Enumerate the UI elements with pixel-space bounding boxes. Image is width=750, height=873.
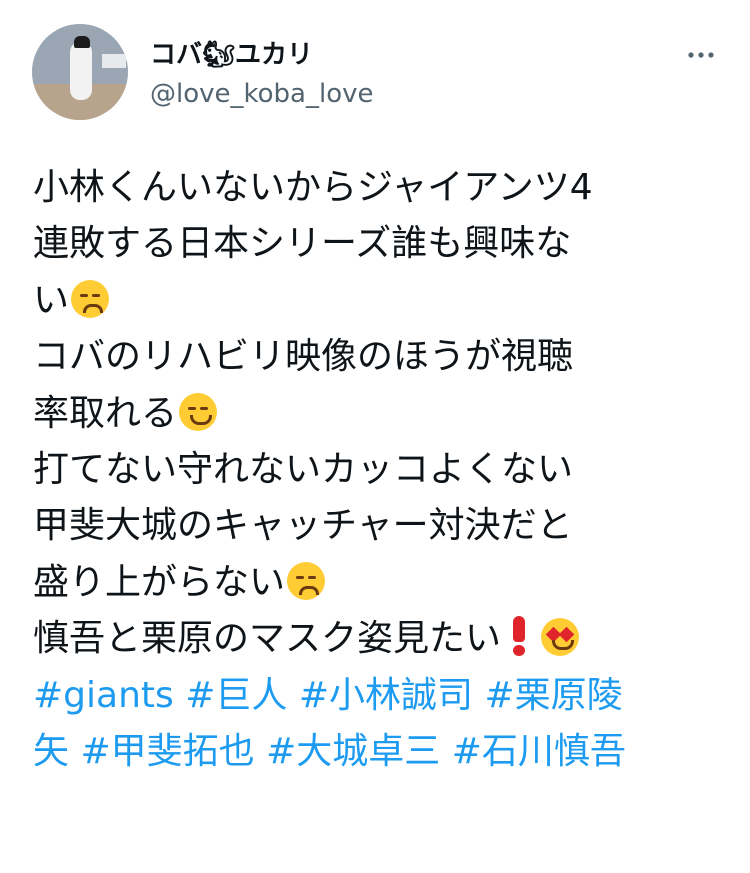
hashtag-line: 矢 #甲斐拓也 #大城卓三 #石川慎吾 (33, 724, 723, 780)
hashtag-link[interactable]: #giants (33, 675, 174, 716)
hashtag-link[interactable]: 矢 (33, 731, 69, 772)
hashtag-link[interactable]: #甲斐拓也 (80, 731, 254, 772)
more-horizontal-icon[interactable] (686, 40, 716, 70)
disappointed-face-emoji-icon (287, 561, 326, 600)
tweet-line: コバのリハビリ映像のほうが視聴 (33, 336, 574, 378)
hashtag-link[interactable]: #巨人 (185, 675, 287, 716)
tweet-line: 小林くんいないからジャイアンツ4 (33, 167, 593, 208)
tweet-line: 連敗する日本シリーズ誰も興味な (33, 223, 572, 265)
tweet-line: 打てない守れないカッコよくない (33, 448, 574, 490)
user-handle[interactable]: @love_koba_love (150, 78, 374, 110)
hashtag-link[interactable]: #大城卓三 (266, 731, 440, 772)
tweet-line: 甲斐大城のキャッチャー対決だと (33, 505, 573, 547)
display-name[interactable]: コバ🐿ユカリ (150, 38, 313, 72)
tweet-line: 盛り上がらない (33, 555, 723, 611)
tweet-line: 率取れる (33, 386, 723, 442)
tweet-text: 小林くんいないからジャイアンツ4 連敗する日本シリーズ誰も興味な い コバのリハ… (33, 160, 723, 780)
hashtag-link[interactable]: #小林誠司 (299, 675, 473, 716)
weary-face-emoji-icon (71, 279, 110, 318)
relieved-face-emoji-icon (179, 392, 218, 431)
tweet-header: コバ🐿ユカリ @love_koba_love (0, 0, 750, 140)
hashtag-link[interactable]: #石川慎吾 (452, 731, 626, 772)
red-exclamation-icon (509, 616, 529, 657)
tweet-line: い (33, 273, 723, 329)
star-struck-emoji-icon (541, 618, 580, 657)
tweet-line: 慎吾と栗原のマスク姿見たい (33, 611, 723, 667)
hashtag-link[interactable]: #栗原陵 (484, 675, 622, 716)
avatar[interactable] (32, 24, 128, 120)
hashtag-line: #giants #巨人 #小林誠司 #栗原陵 (33, 668, 723, 724)
